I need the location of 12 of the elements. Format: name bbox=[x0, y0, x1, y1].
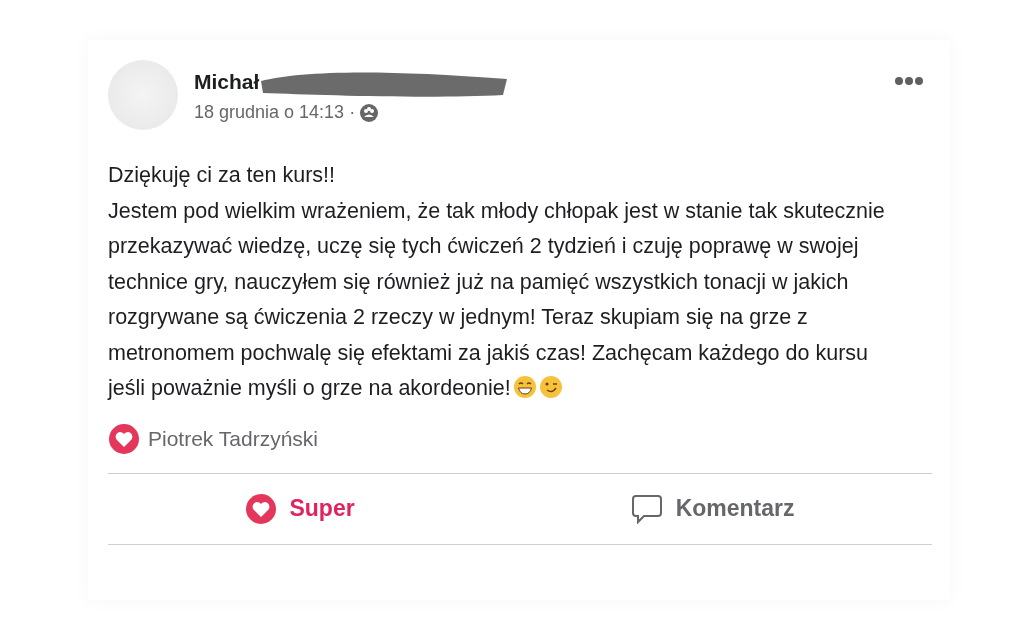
super-button[interactable]: Super bbox=[235, 487, 365, 530]
heart-reaction-icon bbox=[245, 492, 278, 525]
post-text: Dziękuję ci za ten kurs!! Jestem pod wielkim wrażeniem, że tak młody chłopak jest w stanie tak skutecznie przekazywać wiedzę, uczę się tych ćwiczeń 2 tydzień i czuję poprawę w swojej technice gry, nauczyłem się również już na pamięć wszystkich tonacji w jakich rozgrywane są ćwiczenia 2 rzeczy w jednym! Teraz skupiam się na grze z metronomem pochwalę się efektami za jakiś czas! Zachęcam każdego do kursu jeśli poważnie myśli o grze na akordeonie! bbox=[108, 162, 886, 402]
heart-reaction-icon bbox=[108, 422, 140, 455]
more-options-icon[interactable] bbox=[894, 76, 924, 86]
friends-audience-icon[interactable] bbox=[359, 102, 380, 123]
post-time[interactable]: 18 grudnia o 14:13 · bbox=[194, 98, 356, 126]
reaction-names[interactable]: Piotrek Tadrzyński bbox=[148, 422, 318, 455]
author-name[interactable]: Michał bbox=[194, 65, 260, 98]
wink-emoji-icon bbox=[538, 375, 563, 399]
comment-button[interactable]: Komentarz bbox=[619, 487, 805, 530]
grin-emoji-icon bbox=[512, 375, 537, 399]
